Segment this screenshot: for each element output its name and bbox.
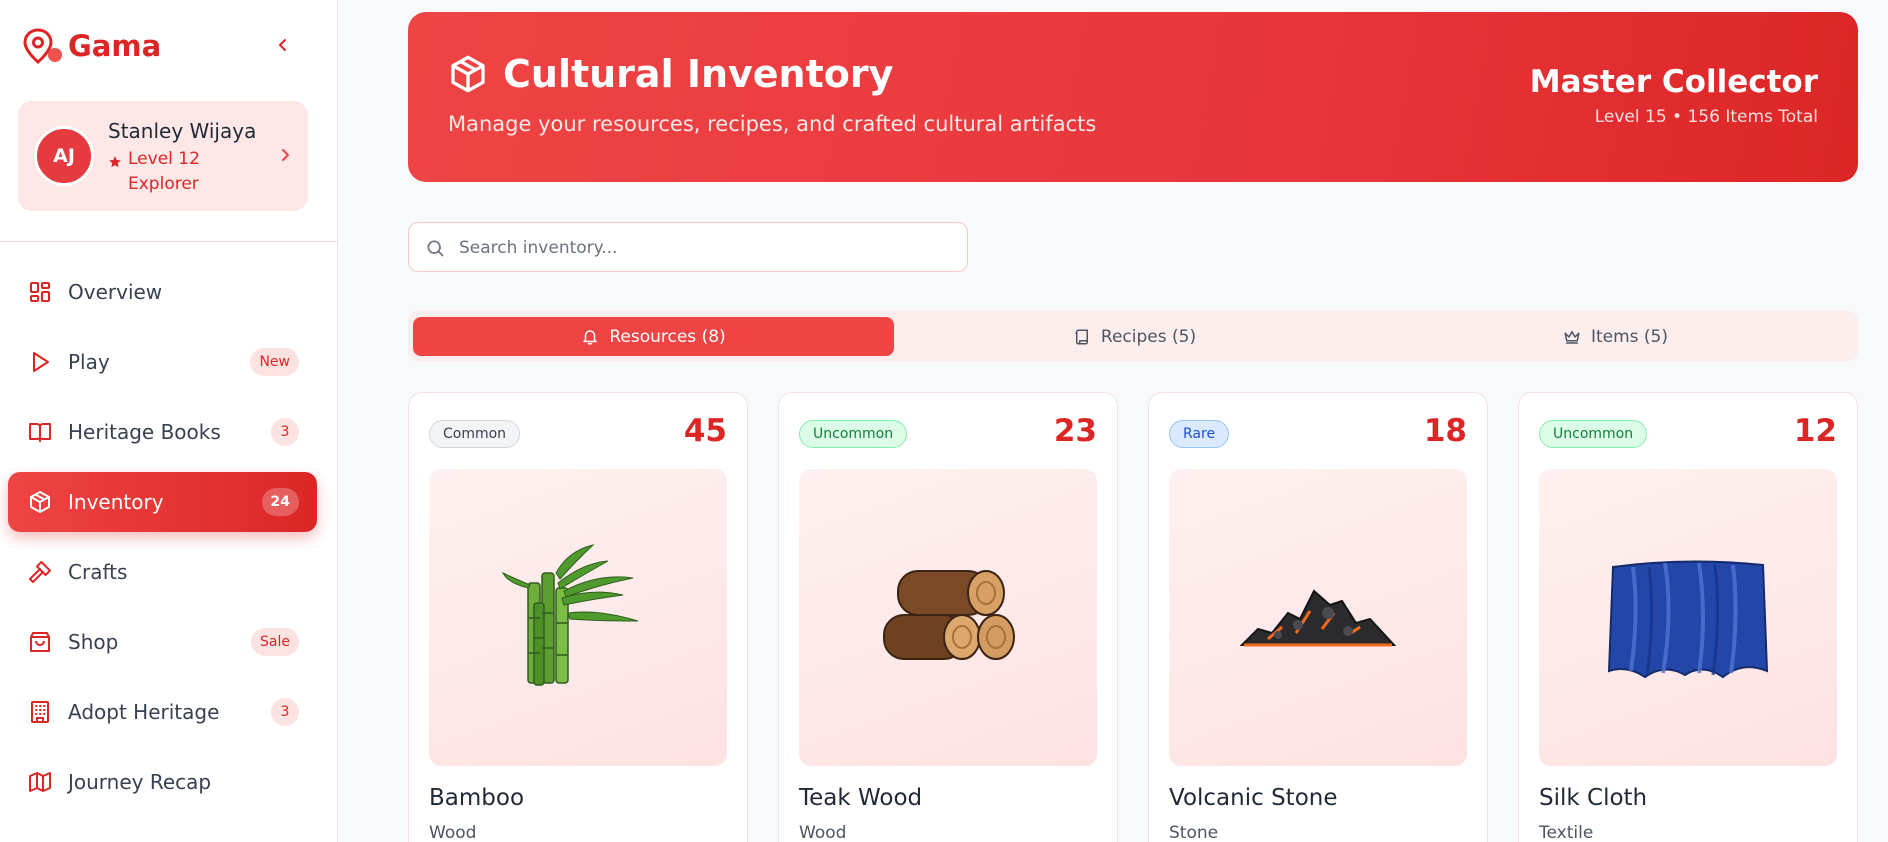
item-count: 23 (1053, 413, 1097, 449)
item-count: 12 (1793, 413, 1837, 449)
sidebar-item-shop[interactable]: Shop Sale (8, 612, 317, 672)
item-name: Teak Wood (799, 785, 923, 811)
resource-card[interactable]: Rare 18 Volcanic Stone Stone (1148, 392, 1488, 842)
item-category: Stone (1169, 823, 1219, 842)
profile-level: Level 12 Explorer (108, 147, 248, 197)
item-name: Volcanic Stone (1169, 785, 1338, 811)
sidebar-item-adopt-heritage[interactable]: Adopt Heritage 3 (8, 682, 317, 742)
resource-card[interactable]: Uncommon 12 Silk Cloth Textile (1518, 392, 1858, 842)
tab-items[interactable]: Items (5) (1375, 317, 1856, 356)
silk-cloth-image (1539, 469, 1837, 766)
item-count: 45 (683, 413, 727, 449)
volcanic-stone-image (1169, 469, 1467, 766)
sidebar-item-journey-recap[interactable]: Journey Recap (8, 752, 317, 812)
sidebar-item-label: Adopt Heritage (68, 700, 220, 724)
notification-dot (48, 48, 62, 62)
rarity-badge: Uncommon (799, 420, 908, 448)
sidebar-item-label: Play (68, 350, 110, 374)
item-category: Textile (1539, 823, 1594, 842)
chevron-left-icon (279, 39, 286, 51)
sale-badge: Sale (251, 628, 299, 656)
sidebar-item-label: Shop (68, 630, 119, 654)
brand[interactable]: Gama (22, 26, 161, 66)
rarity-badge: Common (429, 420, 521, 448)
shopping-bag-icon (30, 632, 50, 652)
box-icon (451, 55, 485, 93)
hammer-icon (29, 561, 51, 583)
item-category: Wood (799, 823, 847, 842)
rarity-badge: Rare (1169, 420, 1230, 448)
count-badge: 3 (271, 698, 299, 726)
sidebar-item-inventory[interactable]: Inventory 24 (8, 472, 317, 532)
sidebar-divider (0, 241, 338, 242)
search-input[interactable] (459, 235, 949, 261)
profile-name: Stanley Wijaya (108, 119, 257, 143)
map-pin-logo-icon (22, 27, 62, 65)
box-icon (30, 491, 50, 513)
item-count: 18 (1423, 413, 1467, 449)
page-subtitle: Manage your resources, recipes, and craf… (448, 112, 1097, 136)
new-badge: New (250, 348, 299, 376)
sidebar-item-play[interactable]: Play New (8, 332, 317, 392)
profile-level-text: Level 12 Explorer (128, 149, 200, 194)
sidebar-item-label: Inventory (68, 490, 164, 514)
sidebar-item-heritage-books[interactable]: Heritage Books 3 (8, 402, 317, 462)
count-badge: 24 (261, 488, 299, 516)
map-icon (29, 772, 51, 792)
collector-rank: Master Collector (1529, 64, 1818, 100)
book-icon (29, 423, 51, 442)
avatar: AJ (34, 126, 94, 186)
star-icon (109, 156, 121, 168)
search-box[interactable] (408, 222, 968, 272)
page-title: Cultural Inventory (503, 52, 894, 96)
item-name: Silk Cloth (1539, 785, 1648, 811)
item-category: Wood (429, 823, 477, 842)
sidebar-item-label: Overview (68, 280, 163, 304)
play-icon (33, 352, 49, 372)
rarity-badge: Uncommon (1539, 420, 1648, 448)
resource-card[interactable]: Uncommon 23 Teak Wood Wood (778, 392, 1118, 842)
brand-name: Gama (68, 29, 162, 63)
sidebar-item-label: Crafts (68, 560, 128, 584)
crown-icon (1563, 328, 1581, 346)
bell-icon (581, 328, 599, 346)
bamboo-image (429, 469, 727, 766)
sidebar-item-label: Journey Recap (68, 770, 212, 794)
sidebar-item-overview[interactable]: Overview (8, 262, 317, 322)
search-icon (427, 240, 444, 257)
inventory-tabs: Resources (8) Recipes (5) Items (5) (408, 311, 1858, 361)
collector-stats: Level 15 • 156 Items Total (1594, 107, 1818, 127)
teak-logs-image (799, 469, 1097, 766)
tab-resources[interactable]: Resources (8) (413, 317, 894, 356)
chevron-right-icon (280, 147, 290, 167)
inventory-hero-banner: Cultural Inventory Manage your resources… (408, 12, 1858, 182)
sidebar-item-crafts[interactable]: Crafts (8, 542, 317, 602)
tab-label: Recipes (5) (1100, 326, 1197, 347)
building-icon (31, 701, 49, 723)
count-badge: 3 (271, 418, 299, 446)
item-name: Bamboo (429, 785, 525, 811)
tab-recipes[interactable]: Recipes (5) (894, 317, 1375, 356)
tab-label: Resources (8) (609, 326, 726, 347)
resource-card[interactable]: Common 45 Bamboo Wood (408, 392, 748, 842)
sidebar: Gama AJ Stanley Wijaya Level 12 Explorer… (0, 0, 338, 842)
collapse-sidebar-button[interactable] (272, 34, 294, 56)
scroll-icon (1073, 328, 1091, 346)
profile-card[interactable]: AJ Stanley Wijaya Level 12 Explorer (18, 101, 308, 211)
grid-icon (30, 282, 50, 302)
tab-label: Items (5) (1590, 326, 1669, 347)
sidebar-item-label: Heritage Books (68, 420, 221, 444)
